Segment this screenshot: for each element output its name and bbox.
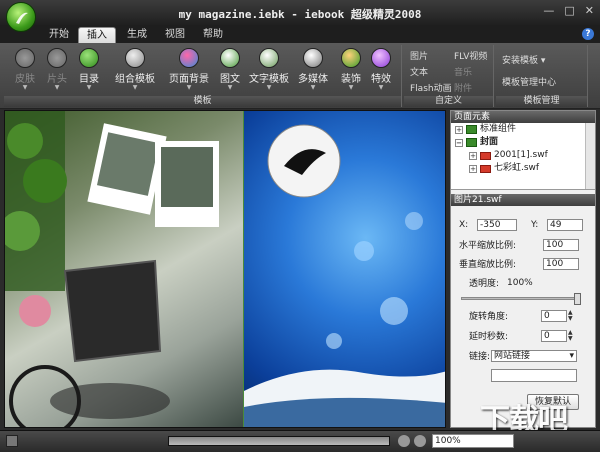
image-text-button[interactable]: 图文 ▼	[216, 48, 244, 91]
skin-icon	[15, 48, 35, 68]
effects-icon	[371, 48, 391, 68]
help-icon[interactable]: ?	[582, 28, 594, 40]
left-page[interactable]	[5, 111, 243, 427]
close-button[interactable]: ✕	[585, 4, 594, 17]
page-background-icon	[179, 48, 199, 68]
tab-view[interactable]: 视图	[158, 27, 192, 43]
link-type-select[interactable]: 网站链接 ▾	[491, 349, 577, 362]
x-input[interactable]: -350	[477, 219, 517, 231]
insert-attachment-button[interactable]: 附件	[454, 81, 472, 94]
effects-button[interactable]: 特效 ▼	[368, 48, 394, 91]
decoration-icon	[341, 48, 361, 68]
tree-scrollbar[interactable]	[585, 123, 595, 189]
tab-insert[interactable]: 插入	[78, 27, 116, 43]
text-template-button[interactable]: 文字模板 ▼	[248, 48, 290, 91]
skin-button[interactable]: 皮肤 ▼	[12, 48, 38, 91]
zoom-in-icon[interactable]	[414, 435, 426, 447]
magazine-canvas[interactable]	[4, 110, 446, 428]
hscale-row: 水平缩放比例: 100	[459, 238, 579, 251]
opacity-row: 透明度: 100%	[469, 277, 533, 290]
vscale-input[interactable]: 100	[543, 257, 579, 270]
delay-row: 延时秒数: 0 ▲ ▼	[469, 329, 576, 342]
right-page[interactable]	[244, 111, 445, 427]
combo-template-button[interactable]: 组合模板 ▼	[112, 48, 158, 91]
selected-element-title: 图片21.swf	[451, 194, 595, 206]
position-row: X: -350 Y: 49	[459, 219, 583, 231]
ribbon: 皮肤 ▼ 片头 ▼ 目录 ▼ 组合模板 ▼ 页面背景 ▼ 图文 ▼ 文字模板 ▼ 多媒体 ▼	[0, 43, 600, 109]
combo-template-icon	[125, 48, 145, 68]
status-bar: 100%	[0, 430, 600, 452]
template-center-button[interactable]: 模板管理中心	[502, 75, 556, 88]
opacity-value: 100%	[507, 277, 533, 288]
install-template-button[interactable]: 安装模板 ▾	[502, 53, 545, 66]
rotate-spinner[interactable]: ▲ ▼	[568, 309, 576, 322]
swf-icon	[480, 151, 491, 160]
ribbon-group-label: 模板管理	[496, 96, 587, 107]
tree-item-swf[interactable]: + 七彩虹.swf	[451, 162, 595, 175]
app-menu-orb-icon[interactable]	[6, 2, 36, 32]
group-icon	[466, 125, 477, 134]
title-bar: my magazine.iebk - iebook 超级精灵2008 — □ ✕	[0, 0, 600, 26]
toc-button[interactable]: 目录 ▼	[76, 48, 102, 91]
rotate-row: 旋转角度: 0 ▲ ▼	[469, 309, 576, 322]
list-icon	[79, 48, 99, 68]
page-elements-tree[interactable]: + 标准组件 − 封面 +2001[1].swf + 七彩虹.swf	[451, 123, 595, 190]
tab-start[interactable]: 开始	[42, 27, 76, 43]
maximize-button[interactable]: □	[564, 4, 574, 17]
window-title: my magazine.iebk - iebook 超级精灵2008	[178, 8, 422, 21]
tree-item-standard[interactable]: + 标准组件	[451, 123, 595, 136]
y-input[interactable]: 49	[547, 219, 583, 231]
image-text-icon	[220, 48, 240, 68]
group-icon	[466, 138, 477, 147]
insert-text-button[interactable]: 文本	[410, 65, 428, 78]
zoom-input[interactable]: 100%	[432, 434, 514, 448]
multimedia-button[interactable]: 多媒体 ▼	[296, 48, 330, 91]
swf-icon	[480, 164, 491, 173]
intro-icon	[47, 48, 67, 68]
panel-toggle-icon[interactable]	[6, 435, 18, 447]
properties-panel: 页面元素 + 标准组件 − 封面 +2001[1].swf + 七彩虹.swf 图片2…	[450, 110, 596, 428]
insert-flv-button[interactable]: FLV视频	[454, 49, 487, 62]
puma-cover-image	[244, 124, 445, 427]
ribbon-group-template: 皮肤 ▼ 片头 ▼ 目录 ▼ 组合模板 ▼ 页面背景 ▼ 图文 ▼ 文字模板 ▼ 多媒体 ▼	[4, 45, 402, 107]
menu-tab-bar: 开始 插入 生成 视图 帮助 ?	[0, 26, 600, 43]
insert-flash-button[interactable]: Flash动画	[410, 81, 452, 94]
link-row: 链接: 网站链接 ▾	[469, 349, 577, 362]
rotate-input[interactable]: 0	[541, 309, 567, 322]
bicycle-scene-image	[5, 111, 219, 427]
tree-item-cover[interactable]: − 封面	[451, 136, 595, 149]
hscale-input[interactable]: 100	[543, 238, 579, 251]
page-background-button[interactable]: 页面背景 ▼	[168, 48, 210, 91]
text-template-icon	[259, 48, 279, 68]
multimedia-icon	[303, 48, 323, 68]
opacity-slider-thumb[interactable]	[574, 293, 581, 305]
vscale-row: 垂直缩放比例: 100	[459, 257, 579, 270]
decoration-button[interactable]: 装饰 ▼	[338, 48, 364, 91]
ribbon-group-custom: 图片 FLV视频 文本 音乐 Flash动画 附件 自定义	[404, 45, 494, 107]
ribbon-group-label: 自定义	[404, 96, 493, 107]
tab-generate[interactable]: 生成	[120, 27, 154, 43]
page-scrollbar[interactable]	[168, 436, 390, 446]
elements-panel-title: 页面元素	[451, 111, 595, 123]
insert-image-button[interactable]: 图片	[410, 49, 428, 62]
delay-input[interactable]: 0	[541, 329, 567, 342]
tree-item-swf[interactable]: +2001[1].swf	[451, 149, 595, 162]
opacity-slider[interactable]	[461, 293, 581, 305]
tab-help[interactable]: 帮助	[196, 27, 230, 43]
window-controls: — □ ✕	[543, 4, 594, 17]
intro-button[interactable]: 片头 ▼	[44, 48, 70, 91]
delay-spinner[interactable]: ▲ ▼	[568, 329, 576, 342]
ribbon-group-template-manage: 安装模板 ▾ 模板管理中心 模板管理	[496, 45, 588, 107]
minimize-button[interactable]: —	[543, 4, 554, 17]
ribbon-group-label: 模板	[4, 96, 401, 107]
zoom-out-icon[interactable]	[398, 435, 410, 447]
link-url-input[interactable]	[491, 369, 577, 382]
insert-music-button[interactable]: 音乐	[454, 65, 472, 78]
